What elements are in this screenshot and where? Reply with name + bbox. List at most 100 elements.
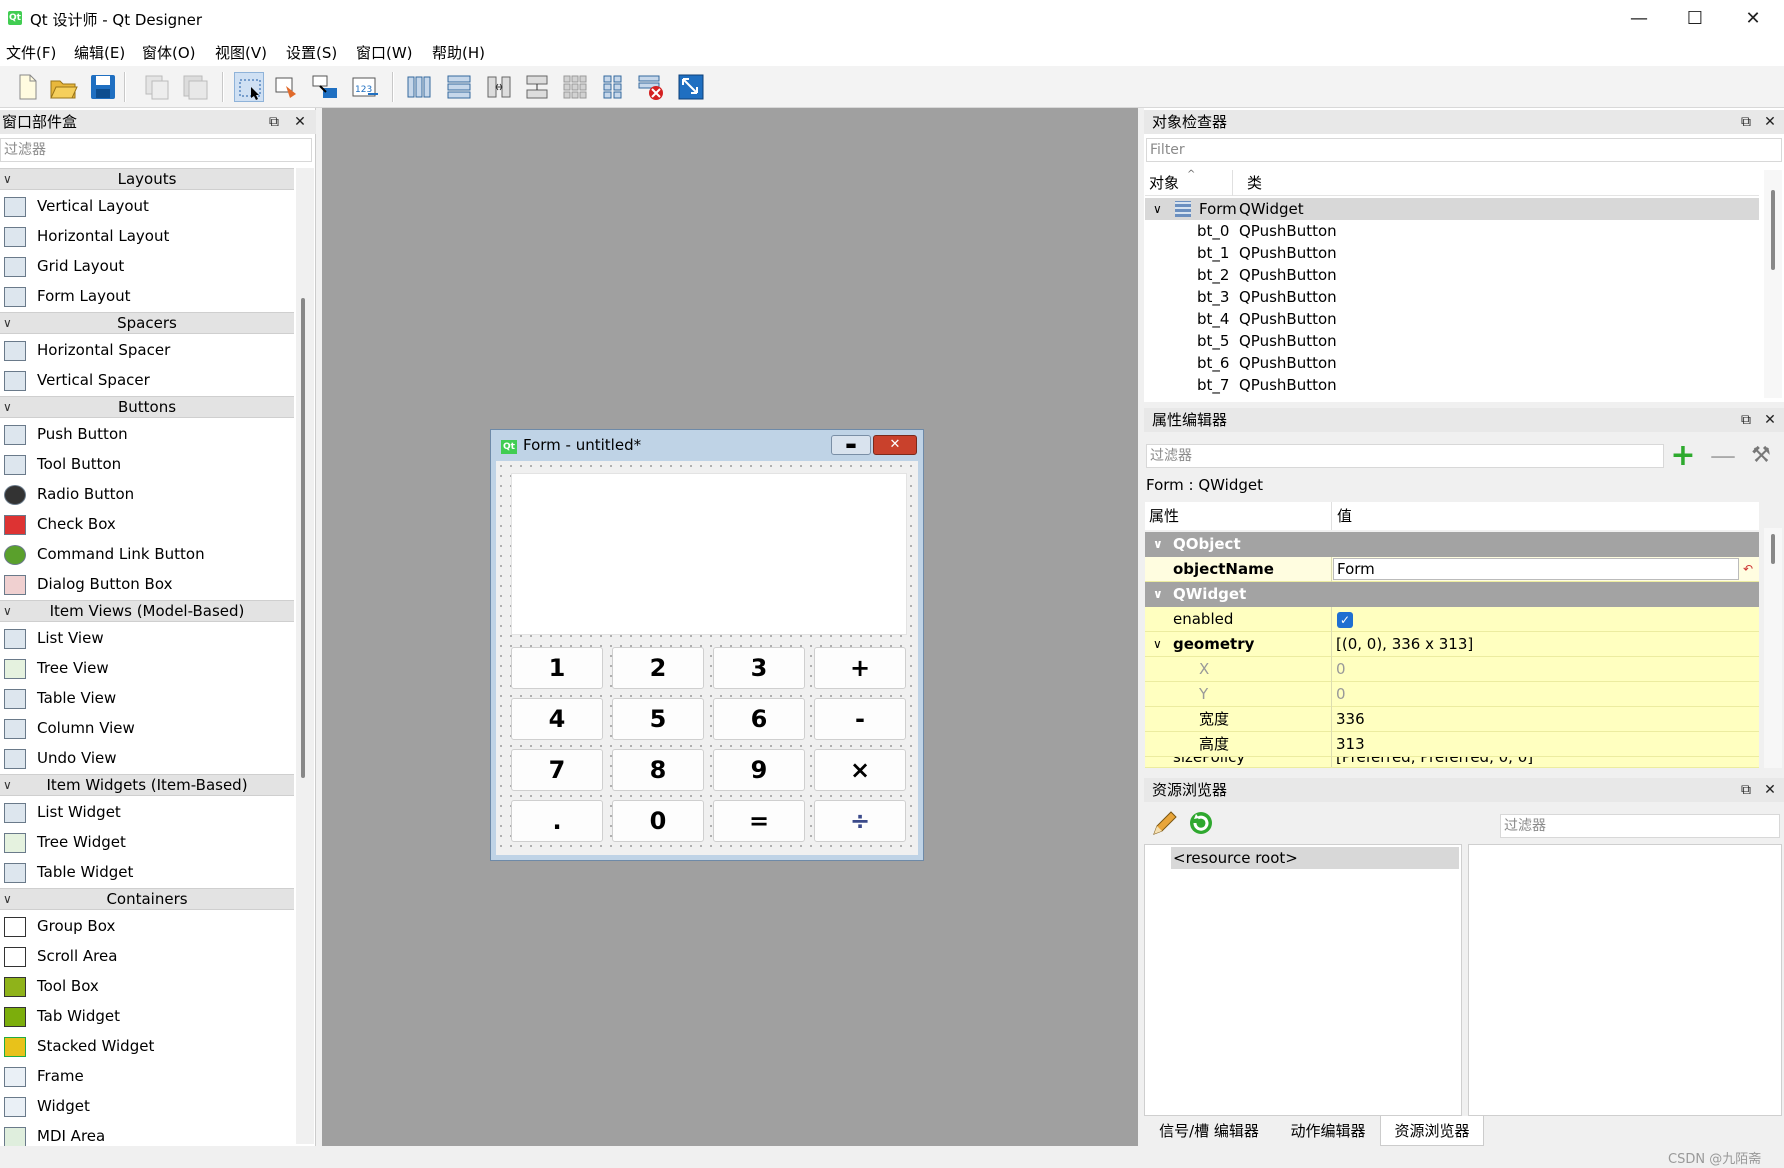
category-containers[interactable]: ∨ Containers	[0, 888, 294, 910]
calc-button-7[interactable]: 7	[511, 749, 603, 791]
tab-resource-browser[interactable]: 资源浏览器	[1380, 1116, 1484, 1146]
widget-box-filter-input[interactable]: 过滤器	[0, 138, 312, 162]
minimize-button[interactable]: —	[1610, 0, 1668, 38]
widget-item-widget[interactable]: Widget	[0, 1091, 294, 1121]
calc-button-1[interactable]: 1	[511, 647, 603, 689]
object-inspector-scrollbar[interactable]	[1764, 170, 1782, 398]
widget-box-scrollbar[interactable]	[296, 168, 314, 1144]
menu-view[interactable]: 视图(V)	[215, 42, 267, 63]
float-dock-icon[interactable]: ⧉	[264, 110, 284, 134]
save-icon[interactable]	[88, 72, 118, 102]
tab-signal-slot-editor[interactable]: 信号/槽 编辑器	[1144, 1116, 1274, 1146]
calc-button-equals[interactable]: =	[713, 800, 805, 842]
object-name-field[interactable]: Form	[1333, 558, 1739, 580]
expand-chevron-icon[interactable]: ∨	[1153, 198, 1162, 220]
menu-form[interactable]: 窗体(O)	[142, 42, 196, 63]
property-row-geometry[interactable]: ∨ geometry [(0, 0), 336 x 313]	[1145, 632, 1759, 657]
widget-item-scroll-area[interactable]: Scroll Area	[0, 941, 294, 971]
form-minimize-button[interactable]: ▬	[831, 435, 871, 455]
category-spacers[interactable]: ∨ Spacers	[0, 312, 294, 334]
widget-item-vertical-spacer[interactable]: Vertical Spacer	[0, 365, 294, 395]
break-layout-icon[interactable]	[636, 72, 666, 102]
property-group-qwidget[interactable]: ∨ QWidget	[1145, 582, 1759, 607]
property-row-objectname[interactable]: objectName Form ↶	[1145, 557, 1759, 582]
category-layouts[interactable]: ∨ Layouts	[0, 168, 294, 190]
widget-item-table-view[interactable]: Table View	[0, 683, 294, 713]
property-row-sizepolicy[interactable]: sizePolicy [Preferred, Preferred, 0, 0]	[1145, 757, 1759, 768]
float-dock-icon[interactable]: ⧉	[1736, 110, 1756, 134]
calc-button-5[interactable]: 5	[612, 698, 704, 740]
tree-row[interactable]: bt_0 QPushButton	[1145, 220, 1759, 242]
column-value[interactable]: 值	[1337, 502, 1352, 530]
calc-button-3[interactable]: 3	[713, 647, 805, 689]
calc-button-dot[interactable]: .	[511, 800, 603, 842]
column-object[interactable]: 对象	[1149, 170, 1179, 196]
calc-button-divide[interactable]: ÷	[814, 800, 906, 842]
resource-tree[interactable]: <resource root>	[1144, 844, 1462, 1116]
configure-wrench-icon[interactable]: ⚒	[1746, 442, 1776, 472]
widget-item-form-layout[interactable]: Form Layout	[0, 281, 294, 311]
close-dock-icon[interactable]: ✕	[290, 110, 310, 134]
widget-item-table-widget[interactable]: Table Widget	[0, 857, 294, 887]
widget-item-command-link-button[interactable]: Command Link Button	[0, 539, 294, 569]
edit-signals-icon[interactable]	[272, 72, 302, 102]
property-row-enabled[interactable]: enabled ✓	[1145, 607, 1759, 632]
column-class[interactable]: 类	[1247, 170, 1262, 196]
close-button[interactable]: ✕	[1724, 0, 1782, 38]
tree-row[interactable]: bt_4 QPushButton	[1145, 308, 1759, 330]
calc-button-4[interactable]: 4	[511, 698, 603, 740]
scrollbar-thumb[interactable]	[301, 298, 305, 778]
widget-item-undo-view[interactable]: Undo View	[0, 743, 294, 773]
reset-property-icon[interactable]: ↶	[1743, 557, 1753, 582]
remove-property-icon[interactable]: —	[1708, 442, 1738, 472]
menu-file[interactable]: 文件(F)	[6, 42, 56, 63]
widget-item-stacked-widget[interactable]: Stacked Widget	[0, 1031, 294, 1061]
resource-file-list[interactable]	[1468, 844, 1782, 1116]
enabled-checkbox[interactable]: ✓	[1337, 612, 1353, 628]
property-editor-scrollbar[interactable]	[1764, 528, 1782, 768]
close-dock-icon[interactable]: ✕	[1760, 778, 1780, 802]
category-buttons[interactable]: ∨ Buttons	[0, 396, 294, 418]
property-group-qobject[interactable]: ∨ QObject	[1145, 532, 1759, 557]
copy-icon[interactable]	[142, 72, 172, 102]
calc-button-8[interactable]: 8	[612, 749, 704, 791]
widget-item-tree-view[interactable]: Tree View	[0, 653, 294, 683]
widget-item-horizontal-spacer[interactable]: Horizontal Spacer	[0, 335, 294, 365]
category-item-widgets[interactable]: ∨ Item Widgets (Item-Based)	[0, 774, 294, 796]
object-inspector-filter-input[interactable]: Filter	[1146, 138, 1782, 162]
paste-icon[interactable]	[180, 72, 210, 102]
menu-help[interactable]: 帮助(H)	[432, 42, 485, 63]
widget-item-list-widget[interactable]: List Widget	[0, 797, 294, 827]
widget-item-horizontal-layout[interactable]: Horizontal Layout	[0, 221, 294, 251]
widget-item-push-button[interactable]: Push Button	[0, 419, 294, 449]
tree-row[interactable]: bt_6 QPushButton	[1145, 352, 1759, 374]
scrollbar-thumb[interactable]	[1771, 190, 1775, 270]
widget-item-list-view[interactable]: List View	[0, 623, 294, 653]
layout-vertical-icon[interactable]	[444, 72, 474, 102]
widget-item-tree-widget[interactable]: Tree Widget	[0, 827, 294, 857]
property-row-height[interactable]: 高度 313	[1145, 732, 1759, 757]
open-folder-icon[interactable]	[48, 72, 78, 102]
calc-button-multiply[interactable]: ×	[814, 749, 906, 791]
float-dock-icon[interactable]: ⧉	[1736, 408, 1756, 432]
widget-item-grid-layout[interactable]: Grid Layout	[0, 251, 294, 281]
widget-item-group-box[interactable]: Group Box	[0, 911, 294, 941]
widget-item-radio-button[interactable]: Radio Button	[0, 479, 294, 509]
widget-item-frame[interactable]: Frame	[0, 1061, 294, 1091]
edit-tab-order-icon[interactable]: 123	[350, 72, 380, 102]
tree-row[interactable]: bt_5 QPushButton	[1145, 330, 1759, 352]
property-row-x[interactable]: X 0	[1145, 657, 1759, 682]
layout-v-splitter-icon[interactable]	[522, 72, 552, 102]
widget-item-check-box[interactable]: Check Box	[0, 509, 294, 539]
layout-h-splitter-icon[interactable]	[484, 72, 514, 102]
widget-item-column-view[interactable]: Column View	[0, 713, 294, 743]
property-filter-input[interactable]: 过滤器	[1146, 444, 1664, 468]
resource-root-item[interactable]: <resource root>	[1171, 847, 1459, 869]
widget-item-dialog-button-box[interactable]: Dialog Button Box	[0, 569, 294, 599]
layout-horizontal-icon[interactable]	[404, 72, 434, 102]
edit-widgets-icon[interactable]	[234, 72, 264, 102]
calc-button-plus[interactable]: +	[814, 647, 906, 689]
add-property-icon[interactable]: +	[1668, 441, 1698, 472]
widget-item-tool-button[interactable]: Tool Button	[0, 449, 294, 479]
tree-row[interactable]: bt_7 QPushButton	[1145, 374, 1759, 394]
